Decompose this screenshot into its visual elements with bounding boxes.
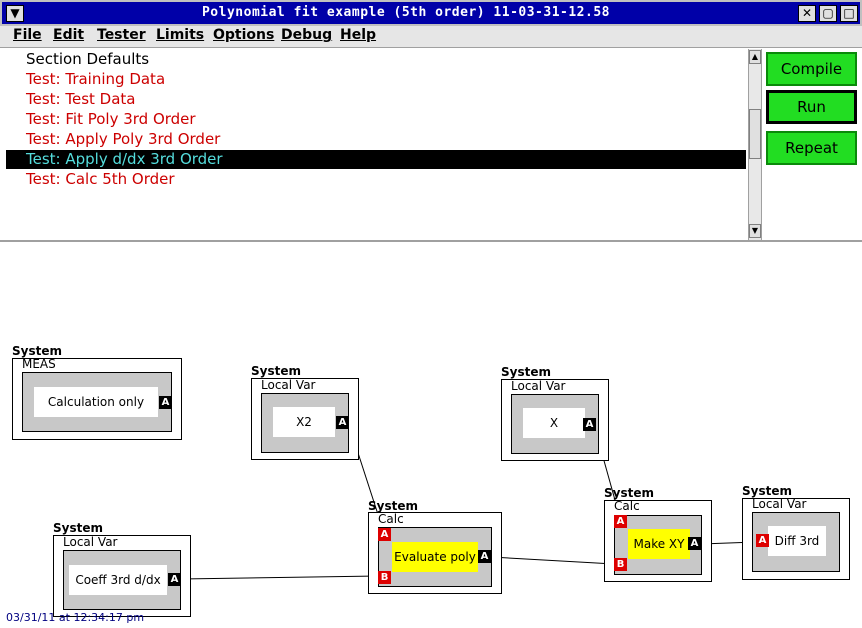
menu-tester[interactable]: Tester <box>97 27 146 43</box>
input-port-a[interactable]: A <box>614 515 627 528</box>
input-port-a[interactable]: A <box>378 528 391 541</box>
node-type-label: Local Var <box>752 497 807 511</box>
title-bar[interactable]: ▼ Polynomial fit example (5th order) 11-… <box>0 0 862 26</box>
node-type-label: Calc <box>378 512 404 526</box>
output-port[interactable]: A <box>478 550 491 563</box>
test-list[interactable]: Section Defaults Test: Training Data Tes… <box>4 49 748 240</box>
menu-help[interactable]: Help <box>340 27 376 43</box>
node-system-label: System <box>501 365 551 379</box>
wire <box>180 575 379 580</box>
node-type-label: Calc <box>614 499 640 513</box>
maximize-icon: □ <box>843 6 855 20</box>
repeat-button[interactable]: Repeat <box>766 131 857 165</box>
menu-debug[interactable]: Debug <box>281 27 332 43</box>
node-name: Diff 3rd <box>768 526 826 556</box>
node-system-label: System <box>742 484 792 498</box>
list-item-label: Test: Apply d/dx 3rd Order <box>26 150 223 168</box>
window-title: Polynomial fit example (5th order) 11-03… <box>201 5 610 20</box>
menu-file[interactable]: File <box>13 27 42 43</box>
node-type-label: Local Var <box>511 379 566 393</box>
close-icon: ✕ <box>801 6 813 20</box>
minimize-icon: ▢ <box>822 6 834 20</box>
flow-canvas[interactable]: System MEAS Calculation only A System Lo… <box>4 242 858 626</box>
maximize-button[interactable]: □ <box>840 5 858 22</box>
arrow-down-icon: ▼ <box>751 226 759 235</box>
list-item[interactable]: Section Defaults <box>6 50 746 69</box>
output-port[interactable]: A <box>168 573 181 586</box>
minimize-button[interactable]: ▢ <box>819 5 837 22</box>
list-item[interactable]: Test: Fit Poly 3rd Order <box>6 110 746 129</box>
list-item-label: Test: Test Data <box>26 90 136 108</box>
chevron-down-icon: ▼ <box>10 6 20 20</box>
list-item[interactable]: Test: Apply Poly 3rd Order <box>6 130 746 149</box>
close-button[interactable]: ✕ <box>798 5 816 22</box>
output-port[interactable]: A <box>336 416 349 429</box>
node-name: Calculation only <box>34 387 158 417</box>
node-name: Evaluate poly <box>392 542 478 572</box>
node-name: Coeff 3rd d/dx <box>69 565 167 595</box>
input-port-a[interactable]: A <box>756 534 769 547</box>
node-type-label: Local Var <box>63 535 118 549</box>
output-port[interactable]: A <box>159 396 172 409</box>
arrow-up-icon: ▲ <box>751 52 759 61</box>
list-item-label: Test: Apply Poly 3rd Order <box>26 130 221 148</box>
compile-button[interactable]: Compile <box>766 52 857 86</box>
input-port-b[interactable]: B <box>614 558 627 571</box>
list-item-label: Test: Calc 5th Order <box>26 170 175 188</box>
status-timestamp: 03/31/11 at 12:34:17 pm <box>6 611 145 624</box>
list-item[interactable]: Test: Training Data <box>6 70 746 89</box>
node-system-label: System <box>12 344 62 358</box>
menu-bar: File Edit Tester Limits Options Debug He… <box>0 26 862 48</box>
node-system-label: System <box>368 499 418 513</box>
list-item-label: Test: Fit Poly 3rd Order <box>26 110 196 128</box>
list-item[interactable]: Test: Calc 5th Order <box>6 170 746 189</box>
output-port[interactable]: A <box>583 418 596 431</box>
node-type-label: Local Var <box>261 378 316 392</box>
list-item-label: Test: Training Data <box>26 70 166 88</box>
input-port-b[interactable]: B <box>378 571 391 584</box>
scroll-down-button[interactable]: ▼ <box>749 224 761 238</box>
node-name: X <box>523 408 585 438</box>
node-name: Make XY <box>628 529 690 559</box>
menu-edit[interactable]: Edit <box>53 27 84 43</box>
wire <box>490 556 615 565</box>
menu-options[interactable]: Options <box>213 27 274 43</box>
node-system-label: System <box>604 486 654 500</box>
node-type-label: MEAS <box>22 357 56 371</box>
list-scrollbar[interactable]: ▲ ▼ <box>748 49 762 240</box>
node-system-label: System <box>53 521 103 535</box>
scroll-thumb[interactable] <box>749 109 761 159</box>
run-button[interactable]: Run <box>766 90 857 124</box>
node-name: X2 <box>273 407 335 437</box>
list-item[interactable]: Test: Test Data <box>6 90 746 109</box>
node-system-label: System <box>251 364 301 378</box>
menu-limits[interactable]: Limits <box>156 27 204 43</box>
scroll-up-button[interactable]: ▲ <box>749 50 761 64</box>
list-item-label: Section Defaults <box>26 50 150 68</box>
list-item-selected[interactable]: Test: Apply d/dx 3rd Order <box>6 150 746 169</box>
window-menu-button[interactable]: ▼ <box>6 5 24 22</box>
output-port[interactable]: A <box>688 537 701 550</box>
